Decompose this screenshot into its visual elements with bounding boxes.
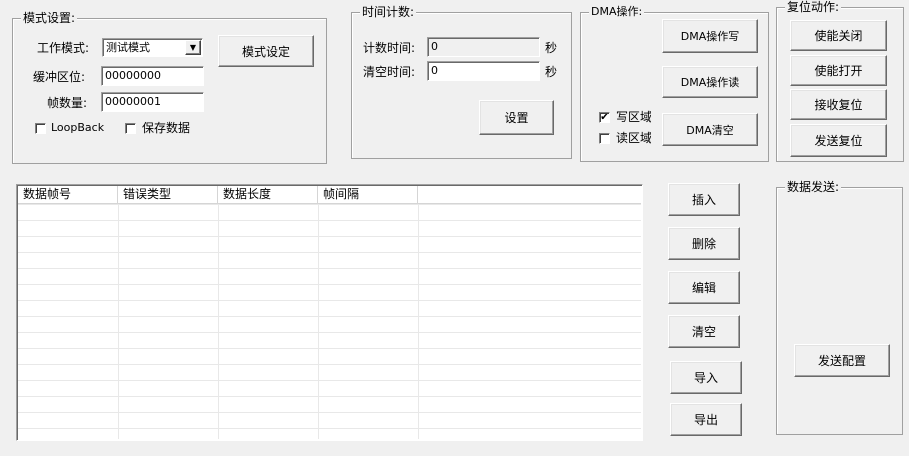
insert-button[interactable]: 插入 — [668, 183, 740, 216]
timer-title: 时间计数: — [360, 5, 417, 19]
disable-button[interactable]: 使能关闭 — [790, 20, 887, 51]
read-area-label[interactable]: 读区域 — [616, 130, 651, 146]
work-mode-label: 工作模式: — [37, 41, 90, 55]
write-area-checkbox[interactable]: ✔ — [599, 112, 610, 123]
dma-clear-button[interactable]: DMA清空 — [662, 113, 758, 146]
read-area-checkbox[interactable] — [599, 133, 610, 144]
tx-reset-button[interactable]: 发送复位 — [790, 124, 887, 157]
grid-divider — [418, 204, 419, 439]
count-time-unit: 秒 — [545, 41, 558, 55]
count-time-field[interactable]: 0 — [427, 37, 540, 57]
frame-count-label: 帧数量: — [47, 96, 88, 110]
loopback-checkbox[interactable] — [35, 123, 46, 134]
write-area-label[interactable]: 写区域 — [616, 109, 651, 125]
clear-button[interactable]: 清空 — [668, 315, 740, 348]
reset-title: 复位动作: — [785, 0, 842, 14]
column-data-length[interactable]: 数据长度 — [218, 186, 318, 203]
clear-time-label: 清空时间: — [363, 65, 416, 79]
grid-divider — [318, 204, 319, 439]
grid-divider — [118, 204, 119, 439]
save-data-label[interactable]: 保存数据 — [142, 120, 190, 136]
export-button[interactable]: 导出 — [670, 403, 742, 436]
column-frame-interval[interactable]: 帧间隔 — [318, 186, 418, 203]
buffer-field[interactable]: 00000000 — [101, 66, 204, 86]
timer-group: 时间计数: — [351, 5, 572, 159]
clear-time-unit: 秒 — [545, 65, 558, 79]
buffer-label: 缓冲区位: — [33, 70, 86, 84]
enable-button[interactable]: 使能打开 — [790, 55, 887, 86]
list-grid — [18, 204, 641, 439]
rx-reset-button[interactable]: 接收复位 — [790, 89, 887, 120]
column-error-type[interactable]: 错误类型 — [118, 186, 218, 203]
loopback-label[interactable]: LoopBack — [51, 120, 104, 136]
column-frame-no[interactable]: 数据帧号 — [18, 186, 118, 203]
work-mode-select[interactable]: 测试模式 ▼ — [102, 38, 203, 57]
timer-set-button[interactable]: 设置 — [479, 100, 554, 135]
data-send-title: 数据发送: — [785, 180, 842, 194]
send-config-button[interactable]: 发送配置 — [794, 344, 890, 377]
work-mode-value: 测试模式 — [106, 41, 150, 54]
frame-list[interactable]: 数据帧号 错误类型 数据长度 帧间隔 — [16, 184, 643, 441]
mode-set-button[interactable]: 模式设定 — [218, 35, 314, 67]
frame-list-header: 数据帧号 错误类型 数据长度 帧间隔 — [18, 186, 641, 204]
import-button[interactable]: 导入 — [670, 361, 742, 394]
dma-title: DMA操作: — [589, 5, 645, 19]
mode-settings-title: 模式设置: — [21, 11, 78, 25]
save-data-checkbox[interactable] — [125, 123, 136, 134]
edit-button[interactable]: 编辑 — [668, 271, 740, 304]
dma-read-button[interactable]: DMA操作读 — [662, 66, 758, 98]
grid-divider — [218, 204, 219, 439]
delete-button[interactable]: 删除 — [668, 227, 740, 260]
frame-count-field[interactable]: 00000001 — [101, 92, 204, 112]
count-time-label: 计数时间: — [363, 41, 416, 55]
dma-write-button[interactable]: DMA操作写 — [662, 19, 758, 53]
data-send-group: 数据发送: — [776, 180, 903, 435]
clear-time-field[interactable]: 0 — [427, 61, 540, 81]
chevron-down-icon[interactable]: ▼ — [185, 40, 201, 55]
